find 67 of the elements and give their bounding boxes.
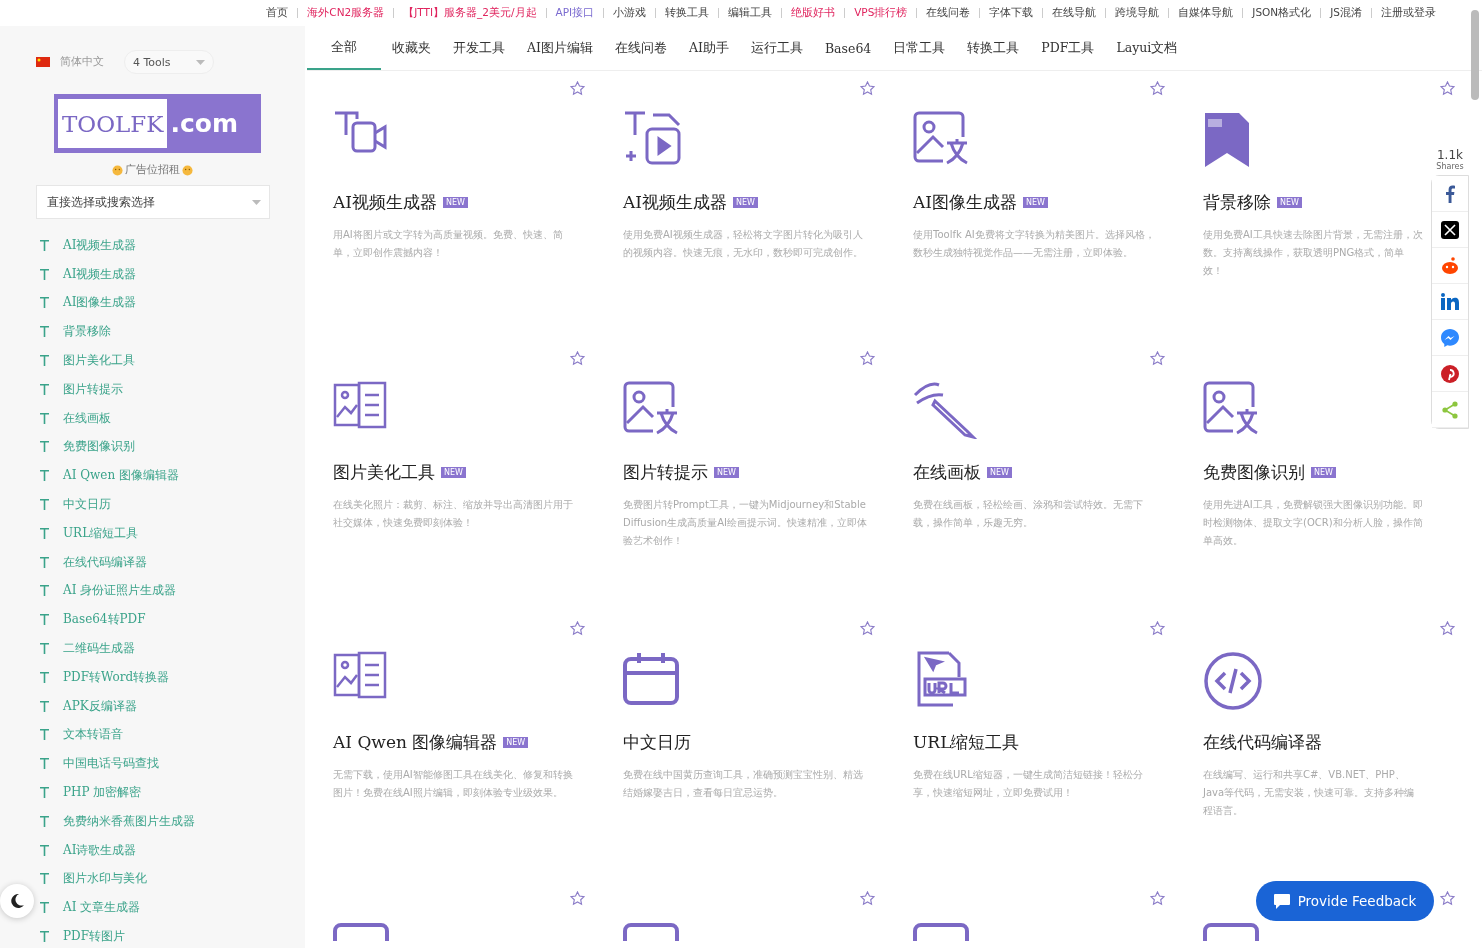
tool-description: 在线美化照片：裁剪、标注、缩放并导出高清图片用于社交媒体，快速免费即刻体验！ <box>333 498 574 530</box>
category-tab[interactable]: Base64 <box>813 26 883 70</box>
ad-link[interactable]: 广告位招租 <box>125 163 180 177</box>
tool-description: 在线编写、运行和共享C#、VB.NET、PHP、Java等代码，无需安装，快速可靠。支持多种编程语言。 <box>1203 768 1416 818</box>
feedback-button[interactable]: Provide Feedback <box>1256 881 1434 921</box>
new-badge: NEW <box>443 197 468 208</box>
nav-link[interactable]: 【JTTI】服务器_2美元/月起 <box>403 6 537 20</box>
new-badge: NEW <box>733 197 758 208</box>
nav-link[interactable]: API接口 <box>555 6 595 20</box>
category-tab[interactable]: 全部 <box>307 26 381 70</box>
nav-link[interactable]: 自媒体导航 <box>1178 6 1234 20</box>
new-badge: NEW <box>503 737 529 748</box>
nav-link[interactable]: 小游戏 <box>613 6 647 20</box>
new-badge: NEW <box>1023 197 1048 208</box>
category-tab[interactable]: 运行工具 <box>739 26 814 70</box>
tool-title[interactable]: 背景移除 <box>1203 191 1271 214</box>
category-tab[interactable]: 在线问卷 <box>603 26 678 70</box>
category-tab[interactable]: 开发工具 <box>442 26 516 70</box>
nav-link[interactable]: 跨境导航 <box>1115 6 1160 20</box>
nav-link[interactable]: JS混淆 <box>1330 6 1362 20</box>
nav-link[interactable]: 首页 <box>266 6 289 20</box>
tool-title[interactable]: AI图像生成器 <box>913 191 1017 214</box>
category-tab[interactable]: 日常工具 <box>882 26 957 70</box>
category-tab[interactable]: 收藏夹 <box>381 26 442 70</box>
share-count: 1.1k <box>1436 148 1463 162</box>
nav-link[interactable]: 字体下载 <box>989 6 1034 20</box>
tool-title[interactable]: URL缩短工具 <box>913 731 1020 754</box>
tools-select[interactable]: 4 Tools <box>124 50 214 74</box>
site-logo[interactable]: TOOLFK .com <box>54 94 261 153</box>
tool-description: 使用先进AI工具，免费解锁强大图像识别功能。即时检测物体、提取文字(OCR)和分析人脸，操作简单高效。 <box>1203 498 1423 548</box>
tool-title[interactable]: 图片转提示 <box>623 461 708 484</box>
tool-title[interactable]: AI Qwen 图像编辑器 <box>333 731 498 754</box>
new-badge: NEW <box>1277 197 1302 208</box>
new-badge: NEW <box>987 467 1012 478</box>
nav-link[interactable]: 海外CN2服务器 <box>307 6 385 20</box>
tool-description: 使用免费AI工具快速去除图片背景，无需注册，次数。支持离线操作，获取透明PNG格式，简单效！ <box>1203 228 1423 278</box>
tool-title[interactable]: 在线画板 <box>913 461 981 484</box>
nav-link[interactable]: 注册或登录 <box>1381 6 1436 20</box>
new-badge: NEW <box>714 467 739 478</box>
nav-link[interactable]: 在线问卷 <box>926 6 971 20</box>
nav-link[interactable]: JSON格式化 <box>1252 6 1312 20</box>
category-tab[interactable]: 转换工具 <box>956 26 1031 70</box>
category-tab[interactable]: AI图片编辑 <box>516 26 604 70</box>
nav-link[interactable]: VPS排行榜 <box>854 6 908 20</box>
nav-link[interactable]: 在线导航 <box>1052 6 1097 20</box>
tool-title[interactable]: AI视频生成器 <box>623 191 727 214</box>
new-badge: NEW <box>441 467 466 478</box>
tool-title[interactable]: 中文日历 <box>623 731 691 754</box>
tool-description: 使用免费AI视频生成器，轻松将文字图片转化为吸引人的视频内容。快速无痕，无水印，数秒即可完成创作。 <box>623 228 864 260</box>
share-label: Shares <box>1436 162 1464 171</box>
nav-link[interactable]: 绝版好书 <box>791 6 836 20</box>
tool-description: 无需下载，使用AI智能修图工具在线美化、修复和转换图片！免费在线AI照片编辑，即刻体验专业级效果。 <box>333 768 574 800</box>
new-badge: NEW <box>1311 467 1336 478</box>
category-tab[interactable]: PDF工具 <box>1030 26 1106 70</box>
tool-description: 用AI将图片或文字转为高质量视频。免费、快速、简单，立即创作震撼内容！ <box>333 228 564 260</box>
tool-title[interactable]: 在线代码编译器 <box>1203 731 1322 754</box>
tool-title[interactable]: AI视频生成器 <box>333 191 437 214</box>
tool-description: 使用Toolfk AI免费将文字转换为精美图片。选择风格，数秒生成独特视觉作品——无需注册，立即体验。 <box>913 228 1156 260</box>
tool-description: 免费在线中国黄历查询工具，准确预测宝宝性别、精选结婚嫁娶吉日，查看每日宜忌运势。 <box>623 768 864 800</box>
tool-title[interactable]: 图片美化工具 <box>333 461 435 484</box>
nav-link[interactable]: 编辑工具 <box>728 6 773 20</box>
search-select[interactable]: 直接选择或搜索选择 <box>36 185 270 219</box>
tool-description: 免费在线画板，轻松绘画、涂鸦和尝试特效。无需下载，操作简单，乐趣无穷。 <box>913 498 1144 530</box>
tool-title[interactable]: 免费图像识别 <box>1203 461 1305 484</box>
nav-link[interactable]: 转换工具 <box>665 6 710 20</box>
category-tab[interactable]: AI助手 <box>677 26 740 70</box>
category-tab[interactable]: Layui文档 <box>1105 26 1189 70</box>
